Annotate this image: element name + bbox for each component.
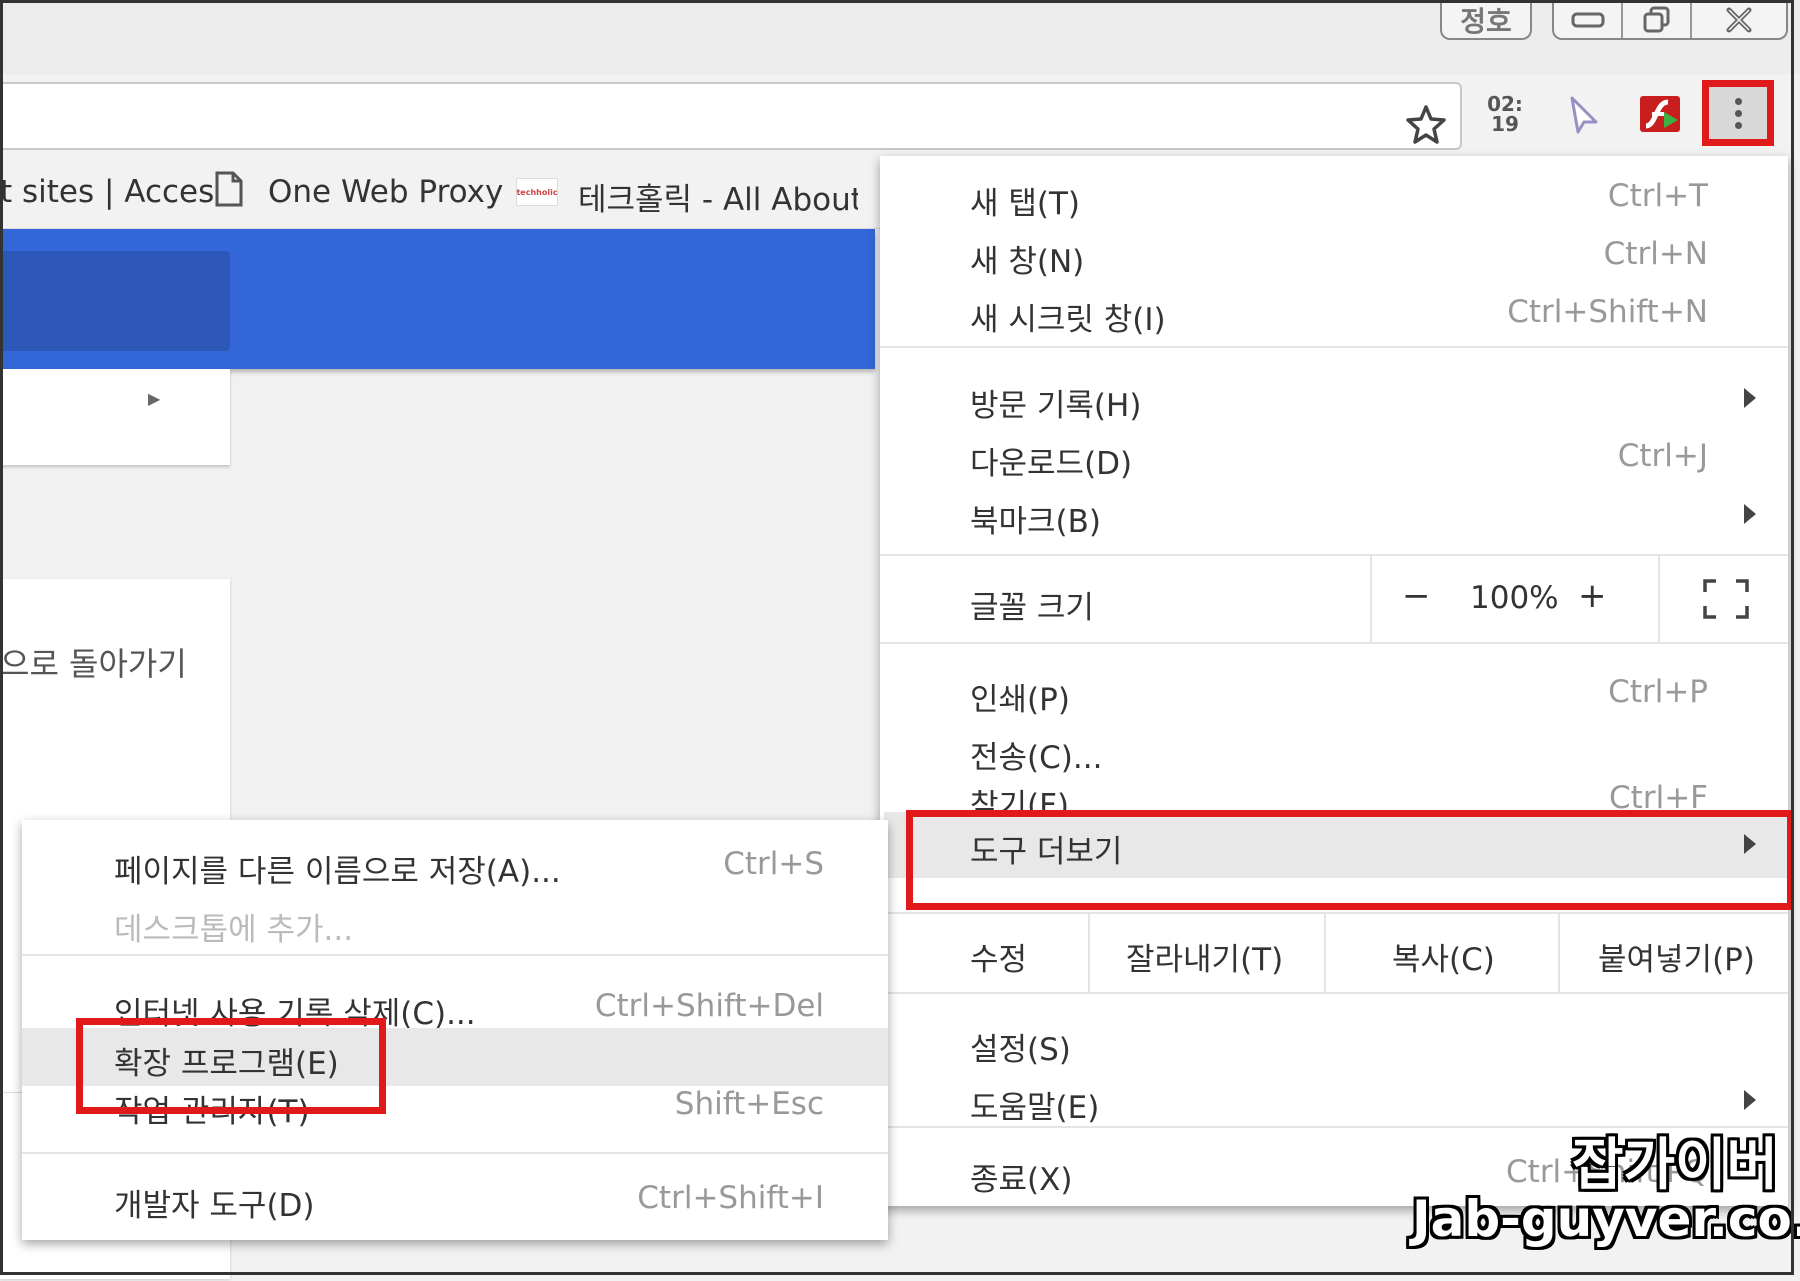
bookmark-item-techholic[interactable]: 테크홀릭 - All About [578,174,858,219]
chrome-menu-button[interactable] [1702,80,1774,146]
close-button[interactable] [1692,2,1786,38]
browser-toolbar: 02: 19 [0,74,1800,156]
header-block [0,251,230,351]
bookmark-item-sites[interactable]: t sites | Acces [0,174,214,210]
zoom-controls: − 100% + [1370,556,1790,642]
chrome-main-menu: 새 탭(T) Ctrl+T 새 창(N) Ctrl+N 새 시크릿 창(I) C… [880,156,1788,1206]
window-titlebar: 정호 [0,0,1800,75]
flash-extension-icon[interactable] [1638,94,1682,134]
edit-label: 수정 [970,942,1028,978]
submenu-separator [22,1152,888,1154]
minimize-button[interactable] [1554,2,1624,38]
zoom-out-button[interactable]: − [1402,576,1431,616]
more-vert-icon [1734,97,1742,129]
restore-button[interactable] [1623,2,1693,38]
menu-item-print[interactable]: 인쇄(P) Ctrl+P [880,664,1788,722]
profile-button[interactable]: 정호 [1440,2,1532,40]
address-bar[interactable] [0,82,1462,150]
clock-hour: 02: [1487,92,1523,116]
menu-item-downloads[interactable]: 다운로드(D) Ctrl+J [880,428,1788,486]
page-header [0,229,875,369]
watermark-title: 잡가이버 [1572,1133,1779,1198]
minimize-icon [1571,12,1605,28]
menu-item-new-window[interactable]: 새 창(N) Ctrl+N [880,226,1788,284]
dropdown-card[interactable]: ▶ [0,369,230,465]
menu-separator [880,642,1788,644]
paste-button[interactable]: 붙여넣기(P) [1558,914,1790,992]
zoom-in-button[interactable]: + [1578,576,1607,616]
submenu-item-add-to-desktop[interactable]: 데스크톱에 추가... [22,894,888,952]
copy-button[interactable]: 복사(C) [1324,914,1560,992]
page-icon [215,171,243,207]
cut-button[interactable]: 잘라내기(T) [1088,914,1326,992]
menu-item-bookmarks[interactable]: 북마크(B) [880,486,1788,544]
zoom-level: 100% [1470,580,1559,616]
menu-edit-row: 수정 잘라내기(T) 복사(C) 붙여넣기(P) [880,914,1788,992]
zoom-label: 글꼴 크기 [970,590,1094,626]
submenu-separator [22,954,888,956]
clock-minute: 19 [1491,112,1519,136]
bookmarks-bar: t sites | Acces One Web Proxy techholic … [0,156,880,229]
menu-item-find[interactable]: 찾기(F) Ctrl+F [880,770,1788,810]
restore-icon [1643,6,1670,33]
menu-separator [880,992,1788,994]
close-icon [1726,7,1752,33]
window-controls [1552,2,1788,40]
submenu-arrow-icon [1744,388,1756,408]
menu-zoom-row: 글꼴 크기 − 100% + [880,556,1788,642]
menu-item-new-tab[interactable]: 새 탭(T) Ctrl+T [880,168,1788,226]
submenu-arrow-icon [1744,1090,1756,1110]
watermark-url: Jab-guyver.co.kr [1412,1190,1800,1248]
bookmark-item-one-web-proxy[interactable]: One Web Proxy [268,174,503,210]
cursor-extension-icon[interactable] [1562,92,1606,136]
back-link[interactable]: 으로 돌아가기 [0,639,187,685]
menu-item-settings[interactable]: 설정(S) [880,1014,1788,1072]
highlight-box-more-tools [906,810,1794,910]
bookmark-star-icon[interactable] [1404,102,1448,146]
fullscreen-icon[interactable] [1702,578,1750,620]
caret-right-icon: ▶ [148,389,161,408]
menu-separator [880,346,1788,348]
highlight-box-extensions [76,1018,386,1114]
submenu-item-developer-tools[interactable]: 개발자 도구(D) Ctrl+Shift+I [22,1170,888,1228]
menu-item-history[interactable]: 방문 기록(H) [880,370,1788,428]
zoom-separator [1658,556,1660,642]
menu-item-incognito[interactable]: 새 시크릿 창(I) Ctrl+Shift+N [880,284,1788,342]
clock-extension-button[interactable]: 02: 19 [1482,94,1528,138]
submenu-item-save-page[interactable]: 페이지를 다른 이름으로 저장(A)... Ctrl+S [22,836,888,894]
techholic-logo: techholic [516,178,558,206]
submenu-arrow-icon [1744,504,1756,524]
